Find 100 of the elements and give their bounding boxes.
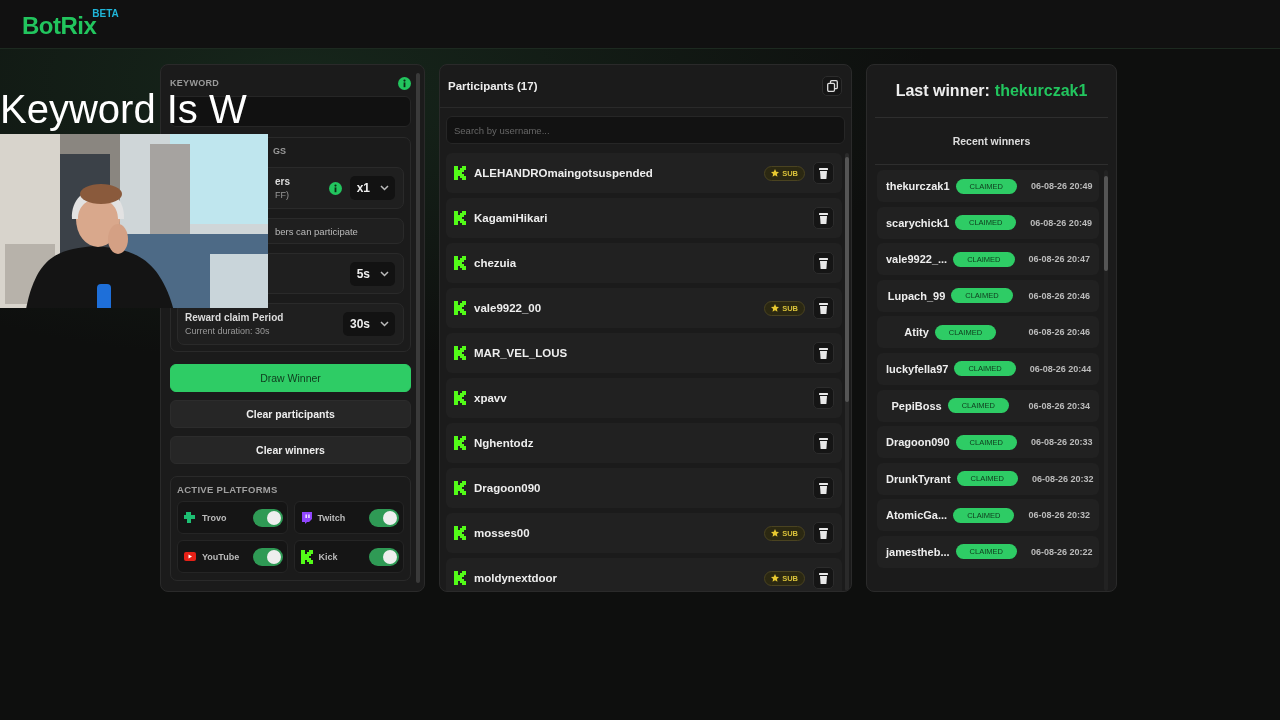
setting-label: Reward claim Period xyxy=(185,312,285,323)
participant-row[interactable]: xpavv xyxy=(446,378,842,418)
platform-icon xyxy=(454,211,466,225)
last-winner-name: thekurczak1 xyxy=(994,82,1088,100)
username: mosses00 xyxy=(474,527,531,539)
setting-hint: FF) xyxy=(275,190,290,200)
win-time: 06-08-26 20:33 xyxy=(1030,437,1093,448)
action-button[interactable]: Clear participants xyxy=(170,400,411,428)
participant-row[interactable]: chezuia xyxy=(446,243,842,283)
participant-row[interactable]: Dragoon090 xyxy=(446,468,842,508)
trash-icon[interactable] xyxy=(813,477,834,499)
info-icon[interactable] xyxy=(398,76,411,90)
win-time: 06-08-26 20:32 xyxy=(1028,510,1090,521)
last-winner-label: Last winner: xyxy=(895,82,990,100)
platform-icon xyxy=(454,301,466,315)
platform-name: Kick xyxy=(318,551,339,562)
win-time: 06-08-26 20:49 xyxy=(1030,181,1093,191)
platform-icon xyxy=(454,346,466,360)
section-title: Recent winners xyxy=(952,135,1031,147)
trash-icon[interactable] xyxy=(813,207,834,229)
platform-icon xyxy=(454,436,466,450)
platform-icon xyxy=(300,549,313,564)
chevron-icon xyxy=(380,185,389,191)
keyword-label: KEYWORD xyxy=(170,78,220,88)
beta-label: BETA xyxy=(92,8,119,19)
username: KagamiHikari xyxy=(474,212,549,224)
winner-name: Atity xyxy=(904,326,929,339)
dropdown[interactable]: 30s xyxy=(342,312,395,336)
twitch-icon xyxy=(300,511,312,524)
panel-title: Participants (17) xyxy=(448,80,538,92)
action-button[interactable]: Clear winners xyxy=(170,436,411,464)
trash-icon[interactable] xyxy=(813,342,834,364)
win-time: 06-08-26 20:46 xyxy=(1028,290,1090,301)
trash-icon[interactable] xyxy=(813,567,834,589)
win-time: 06-08-26 20:34 xyxy=(1028,400,1090,411)
toggle-switch[interactable] xyxy=(252,547,283,566)
platform-name: YouTube xyxy=(202,551,241,562)
username: xpavv xyxy=(474,392,508,404)
search-field[interactable]: Search by username... xyxy=(446,116,845,144)
setting-label: ers xyxy=(275,176,291,187)
trash-icon[interactable] xyxy=(813,522,834,544)
platform-icon xyxy=(454,256,466,270)
dropdown[interactable]: x1 xyxy=(349,176,395,200)
youtube-icon xyxy=(184,552,196,561)
win-time: 06-08-26 20:44 xyxy=(1029,363,1092,374)
trovo-icon xyxy=(184,511,196,524)
winner-name: vale9922_... xyxy=(886,253,948,266)
win-time: 06-08-26 20:49 xyxy=(1030,217,1092,228)
win-time: 06-08-26 20:32 xyxy=(1031,473,1094,484)
winner-name: scarychick1 xyxy=(886,216,949,229)
participant-row[interactable]: MAR_VEL_LOUS xyxy=(446,333,842,373)
info-icon[interactable] xyxy=(328,181,342,195)
winner-name: jamestheb... xyxy=(886,545,950,558)
section-title: GS xyxy=(273,145,287,158)
toggle-switch[interactable] xyxy=(252,508,283,527)
winner-name: DrunkTyrant xyxy=(886,472,951,485)
username: Dragoon090 xyxy=(474,482,542,494)
trash-icon[interactable] xyxy=(813,387,834,409)
platform-icon xyxy=(454,481,466,495)
section-title: ACTIVE PLATFORMS xyxy=(177,484,279,495)
chevron-icon xyxy=(380,321,389,327)
action-button[interactable]: Draw Winner xyxy=(170,364,411,392)
participant-row[interactable]: Nghentodz xyxy=(446,423,842,463)
star-icon xyxy=(771,574,780,582)
username: moldynextdoor xyxy=(474,572,559,584)
username: Nghentodz xyxy=(474,437,535,449)
winner-name: Lupach_99 xyxy=(887,289,946,302)
platform-icon xyxy=(454,571,466,585)
toggle-switch[interactable] xyxy=(369,508,399,527)
platform-icon xyxy=(454,166,466,180)
platform-icon xyxy=(454,391,466,405)
platform-name: Twitch xyxy=(317,512,347,523)
star-icon xyxy=(771,304,780,312)
setting-hint: Current duration: 30s xyxy=(185,326,271,336)
trash-icon[interactable] xyxy=(813,162,834,184)
username: vale9922_00 xyxy=(474,302,543,314)
trash-icon[interactable] xyxy=(813,432,834,454)
win-time: 06-08-26 20:22 xyxy=(1030,546,1093,557)
winner-name: luckyfella97 xyxy=(886,362,949,375)
winner-name: AtomicGa... xyxy=(886,509,948,522)
username: ALEHANDROmaingotsuspended xyxy=(474,167,654,179)
username: MAR_VEL_LOUS xyxy=(474,347,569,359)
winner-name: PepiBoss xyxy=(891,399,942,412)
participant-row[interactable]: KagamiHikari xyxy=(446,198,842,238)
scrollbar[interactable] xyxy=(845,153,849,591)
star-icon xyxy=(771,169,780,177)
dropdown[interactable]: 5s xyxy=(349,261,395,286)
winner-name: Dragoon090 xyxy=(886,436,950,449)
toggle-switch[interactable] xyxy=(369,547,399,566)
star-icon xyxy=(771,529,780,537)
trash-icon[interactable] xyxy=(813,297,834,319)
setting-note: bers can participate xyxy=(274,225,358,237)
copy-icon[interactable] xyxy=(822,76,842,96)
trash-icon[interactable] xyxy=(813,252,834,274)
username: chezuia xyxy=(474,257,518,269)
platform-icon xyxy=(454,526,466,540)
platform-name: Trovo xyxy=(202,512,228,523)
win-time: 06-08-26 20:46 xyxy=(1028,327,1090,338)
chevron-icon xyxy=(380,270,389,277)
win-time: 06-08-26 20:47 xyxy=(1028,254,1091,265)
